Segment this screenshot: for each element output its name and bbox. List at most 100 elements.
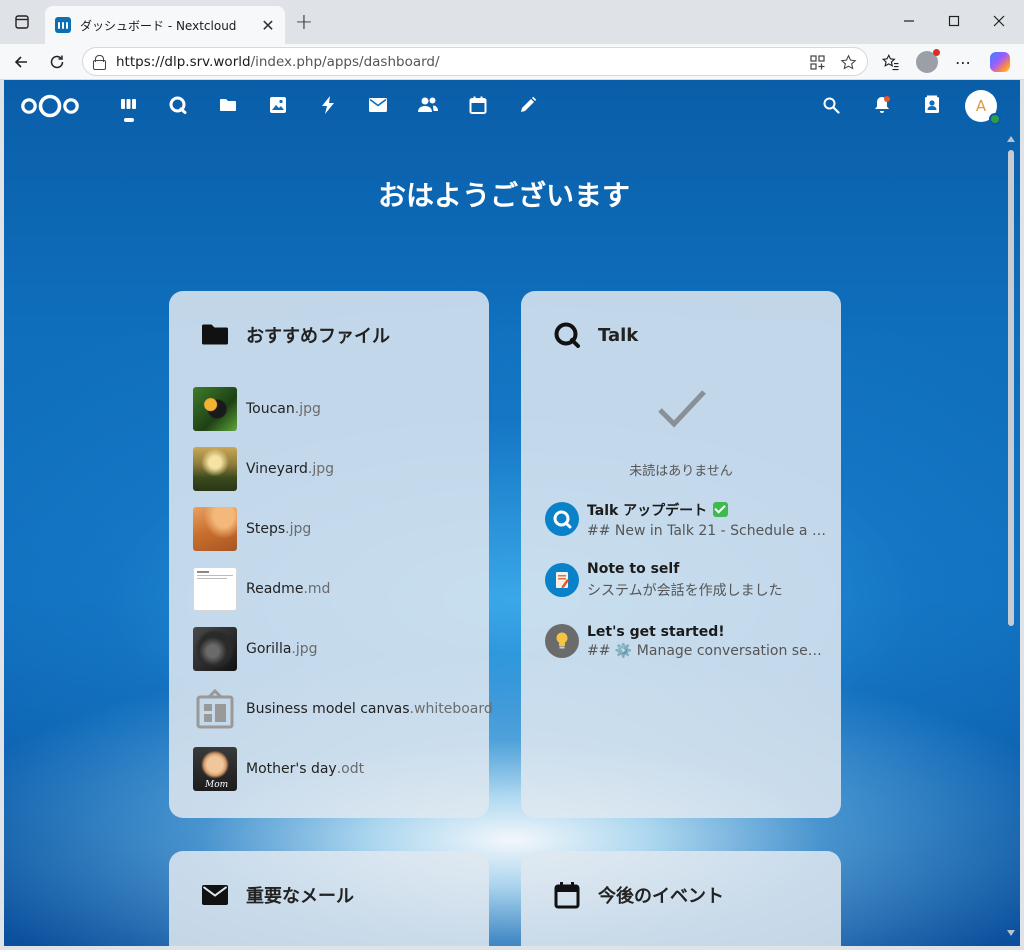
image-icon[interactable] [266,93,290,117]
conversation-last-message: システムが会話を作成しました [587,582,783,599]
minimize-button[interactable] [886,6,932,36]
file-name: Business model canvas [246,701,410,717]
panel-title: おすすめファイル [246,326,390,347]
address-bar[interactable]: https://dlp.srv.world/index.php/apps/das… [82,47,868,76]
browser-tab-bar: ダッシュボード - Nextcloud ✕ + [0,0,1024,44]
mail-icon [201,881,229,909]
nextcloud-page: A おはようございます おすすめファイル Toucan .jpg Vineyard… [4,80,1020,946]
steps-thumbnail [193,507,237,551]
file-name: Mother's day [246,761,337,777]
url-path: /index.php/apps/dashboard/ [250,53,440,70]
note-avatar-icon [545,563,579,597]
greeting-title: おはようございます [377,179,630,212]
file-extension: .jpg [307,461,335,477]
new-tab-button[interactable]: + [290,8,318,36]
nextcloud-favicon-icon [55,17,71,33]
more-menu-icon[interactable]: ⋯ [949,48,977,76]
tab-title: ダッシュボード - Nextcloud [80,18,237,33]
file-name: Steps [246,521,286,537]
talk-conversation-item[interactable]: Let's get started! ## ⚙️ Manage conversa… [545,619,827,663]
file-item-readme[interactable]: Readme .md [193,567,330,611]
conversation-last-message: ## New in Talk 21 - Schedule a meeting [587,522,827,539]
conversation-name: Let's get started! [587,623,725,640]
url-host: https://dlp.srv.world [116,53,251,70]
scroll-up-arrow-icon[interactable] [1007,136,1015,142]
file-name: Readme [246,581,304,597]
scroll-down-arrow-icon[interactable] [1007,930,1015,936]
file-item-business-model-canvas[interactable]: Business model canvas .whiteboard [193,687,493,731]
app-available-icon[interactable] [807,52,827,72]
calendar-icon [553,881,581,909]
panel-title: 重要なメール [246,886,354,907]
mothers-day-thumbnail: Mom [193,747,237,791]
file-name: Toucan [246,401,295,417]
copilot-icon[interactable] [986,48,1014,76]
recommended-files-panel: おすすめファイル Toucan .jpg Vineyard .jpg Steps .j… [169,291,493,818]
active-app-indicator [124,118,134,122]
talk-conversation-item[interactable]: Note to self システムが会話を作成しました [545,558,827,602]
lock-icon[interactable] [93,54,106,70]
browser-tab[interactable]: ダッシュボード - Nextcloud ✕ [45,6,285,44]
file-item-steps[interactable]: Steps .jpg [193,507,311,551]
contacts-menu-icon[interactable] [920,93,944,117]
check-badge-icon [713,501,729,517]
talk-logo-avatar-icon [545,502,579,536]
file-extension: .odt [336,761,365,777]
close-tab-icon[interactable]: ✕ [259,16,277,35]
maximize-button[interactable] [931,6,977,36]
nextcloud-header: A [4,80,1020,130]
talk-icon[interactable] [166,93,190,117]
calendar-icon[interactable] [466,93,490,117]
vineyard-thumbnail [193,447,237,491]
file-name: Gorilla [246,641,292,657]
file-extension: .jpg [285,521,312,537]
online-status-badge [989,113,1001,125]
profile-icon[interactable] [913,48,941,76]
lightbulb-avatar-icon [545,624,579,658]
favorite-star-icon[interactable] [838,52,858,72]
mail-icon[interactable] [366,93,390,117]
talk-conversation-item[interactable]: Talk アップデート ## New in Talk 21 - Schedule… [545,497,827,541]
folder-icon[interactable] [216,93,240,117]
back-button[interactable] [6,47,36,77]
document-thumbnail [193,567,237,611]
talk-icon [553,321,581,349]
file-name: Vineyard [246,461,308,477]
close-window-button[interactable] [976,6,1022,36]
file-item-vineyard[interactable]: Vineyard .jpg [193,447,334,491]
pencil-icon[interactable] [516,93,540,117]
scrollbar-thumb[interactable] [1008,150,1014,626]
folder-icon [201,321,229,349]
file-extension: .jpg [294,401,321,417]
toucan-thumbnail [193,387,237,431]
contacts-icon[interactable] [416,93,440,117]
nextcloud-logo-icon[interactable] [19,93,81,119]
panel-title: 今後のイベント [598,886,724,907]
file-item-gorilla[interactable]: Gorilla .jpg [193,627,318,671]
checkmark-icon [658,390,706,428]
gorilla-thumbnail [193,627,237,671]
file-item-mothers-day[interactable]: Mom Mother's day .odt [193,747,364,791]
reload-button[interactable] [42,47,72,77]
conversation-last-message: ## ⚙️ Manage conversation settings [587,642,827,659]
file-extension: .jpg [291,641,318,657]
lightning-icon[interactable] [316,93,340,117]
tab-actions-icon[interactable] [8,8,36,36]
panel-title: Talk [598,324,639,346]
page-scrollbar[interactable] [1007,136,1015,936]
upcoming-events-panel: 今後のイベント [521,851,841,946]
important-mail-panel: 重要なメール [169,851,489,946]
dashboard-icon[interactable] [116,93,140,117]
whiteboard-icon [193,687,237,731]
conversation-name: Talk アップデート [587,502,708,519]
empty-message: 未読はありません [629,464,733,479]
notifications-bell-icon[interactable] [870,93,894,117]
favorites-icon[interactable] [877,48,905,76]
mom-label: Mom [205,780,229,790]
file-extension: .md [303,581,331,597]
talk-panel: Talk 未読はありません Talk アップデート ## New in Talk… [521,291,841,818]
conversation-name: Note to self [587,560,680,577]
browser-toolbar: https://dlp.srv.world/index.php/apps/das… [0,44,1024,80]
search-icon[interactable] [819,93,843,117]
file-item-toucan[interactable]: Toucan .jpg [193,387,321,431]
